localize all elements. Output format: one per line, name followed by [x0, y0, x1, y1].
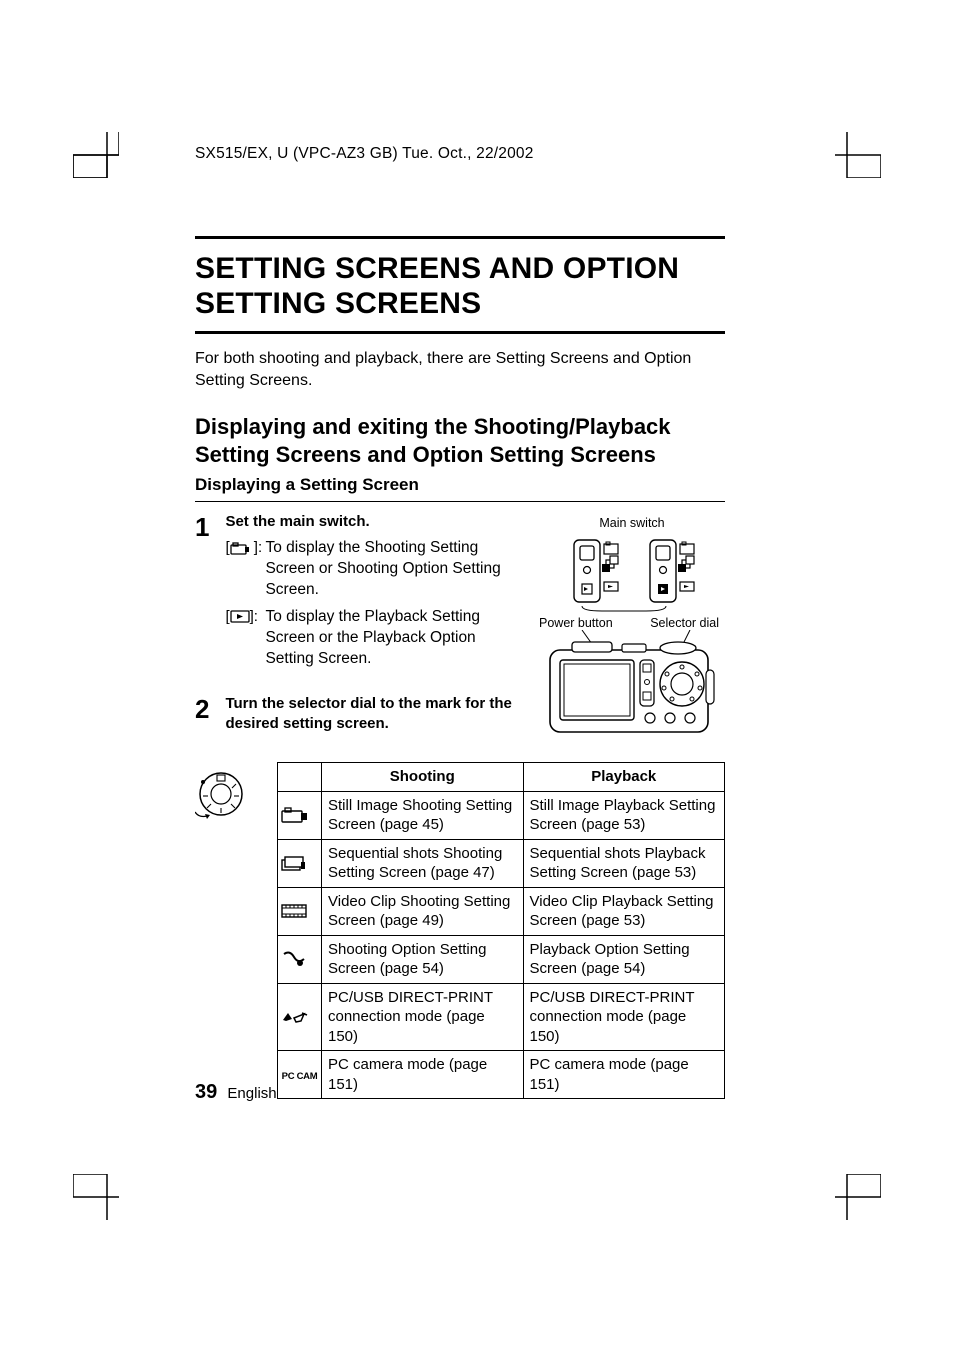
- table-header-icon: [278, 763, 322, 792]
- diagram-column: Main switch: [539, 516, 725, 740]
- table-row: PC/USB DIRECT-PRINT connection mode (pag…: [278, 983, 725, 1051]
- power-button-label: Power button: [539, 616, 619, 630]
- playback-mode-icon: []:: [225, 607, 265, 670]
- step-number-2: 2: [195, 694, 221, 725]
- table-cell: Playback Option Setting Screen (page 54): [523, 935, 725, 983]
- table-cell: Still Image Shooting Setting Screen (pag…: [322, 791, 524, 839]
- title-rule-block: SETTING SCREENS AND OPTION SETTING SCREE…: [195, 236, 725, 334]
- running-header: SX515/EX, U (VPC-AZ3 GB) Tue. Oct., 22/2…: [195, 145, 534, 163]
- video-clip-icon: [278, 887, 322, 935]
- subsection-heading: Displaying a Setting Screen: [195, 475, 725, 495]
- table-row: Shooting Option Setting Screen (page 54)…: [278, 935, 725, 983]
- page-language: English: [227, 1085, 276, 1102]
- table-cell: Shooting Option Setting Screen (page 54): [322, 935, 524, 983]
- page-footer: 39 English: [195, 1081, 277, 1104]
- selector-dial-icon: [195, 762, 243, 1099]
- table-header-playback: Playback: [523, 763, 725, 792]
- sequential-shots-icon: [278, 839, 322, 887]
- option-setting-icon: [278, 935, 322, 983]
- table-cell: PC/USB DIRECT-PRINT connection mode (pag…: [523, 983, 725, 1051]
- crop-mark-tl: [73, 132, 119, 178]
- step-2-title: Turn the selector dial to the mark for t…: [225, 694, 515, 735]
- table-cell: Video Clip Playback Setting Screen (page…: [523, 887, 725, 935]
- table-cell: Still Image Playback Setting Screen (pag…: [523, 791, 725, 839]
- camera-diagram: [542, 630, 722, 740]
- main-switch-label: Main switch: [539, 516, 725, 530]
- section-rule: [195, 501, 725, 502]
- intro-text: For both shooting and playback, there ar…: [195, 348, 725, 393]
- page-title: SETTING SCREENS AND OPTION SETTING SCREE…: [195, 251, 725, 322]
- modes-table: Shooting Playback Still Image Shooting S…: [277, 762, 725, 1099]
- pc-usb-icon: [278, 983, 322, 1051]
- table-cell: Sequential shots Shooting Setting Screen…: [322, 839, 524, 887]
- table-cell: Video Clip Shooting Setting Screen (page…: [322, 887, 524, 935]
- table-header-shooting: Shooting: [322, 763, 524, 792]
- table-row: Video Clip Shooting Setting Screen (page…: [278, 887, 725, 935]
- selector-dial-label: Selector dial: [623, 616, 725, 630]
- table-cell: PC camera mode (page 151): [322, 1051, 524, 1099]
- table-cell: PC/USB DIRECT-PRINT connection mode (pag…: [322, 983, 524, 1051]
- step-number-1: 1: [195, 512, 221, 543]
- table-row: Sequential shots Shooting Setting Screen…: [278, 839, 725, 887]
- pc-cam-icon: PC CAM: [278, 1051, 322, 1099]
- step-1-bullet-1: To display the Shooting Setting Screen o…: [265, 538, 515, 601]
- table-cell: PC camera mode (page 151): [523, 1051, 725, 1099]
- table-cell: Sequential shots Playback Setting Screen…: [523, 839, 725, 887]
- step-1-bullet-2: To display the Playback Setting Screen o…: [265, 607, 515, 670]
- table-row: PC CAM PC camera mode (page 151) PC came…: [278, 1051, 725, 1099]
- crop-mark-bl: [73, 1174, 119, 1220]
- camera-mode-icon: [ ]:: [225, 538, 265, 601]
- table-row: Still Image Shooting Setting Screen (pag…: [278, 791, 725, 839]
- still-image-icon: [278, 791, 322, 839]
- main-switch-diagram: [542, 534, 722, 612]
- step-1-title: Set the main switch.: [225, 512, 515, 532]
- crop-mark-tr: [835, 132, 881, 178]
- page-number: 39: [195, 1081, 217, 1103]
- section-heading: Displaying and exiting the Shooting/Play…: [195, 413, 725, 469]
- crop-mark-br: [835, 1174, 881, 1220]
